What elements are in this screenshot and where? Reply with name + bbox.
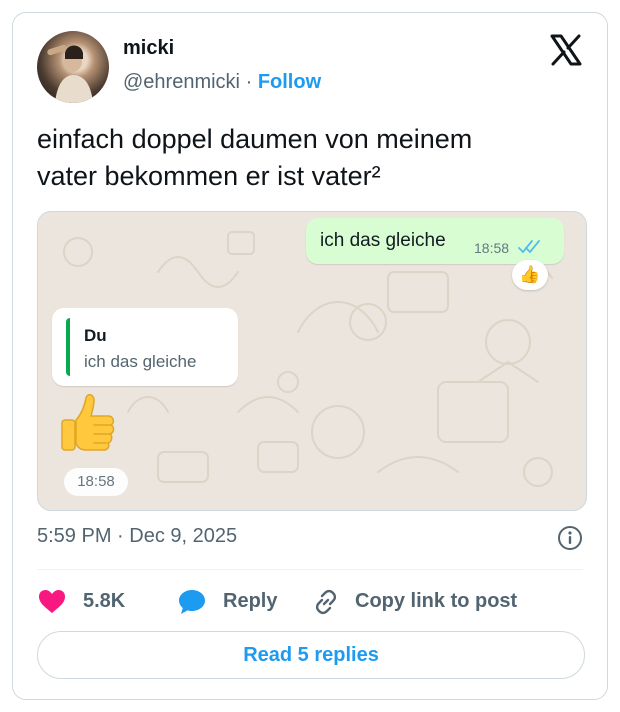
heart-icon [39,590,65,613]
incoming-message[interactable]: Du ich das gleiche [52,308,238,386]
quoted-author: Du [84,326,107,345]
quoted-reply[interactable]: Du ich das gleiche [66,318,230,376]
copy-link-label: Copy link to post [355,590,518,612]
speech-bubble-icon [179,590,205,614]
handle-row: @ehrenmicki · Follow [123,71,321,94]
post-text-line: einfach doppel daumen von meinem [37,124,473,154]
outgoing-message[interactable]: ich das gleiche 18:58 [306,218,564,264]
chat-screenshot[interactable]: ich das gleiche 18:58 👍 Du ich das gleic… [37,211,587,511]
post-timestamp[interactable]: 5:59 PM · Dec 9, 2025 [37,525,237,548]
quoted-text: ich das gleiche [84,352,197,371]
post-text-line: vater bekommen er ist vater² [37,161,381,191]
author-name[interactable]: micki [123,37,174,60]
outgoing-reaction[interactable]: 👍 [512,260,548,290]
outgoing-message-text: ich das gleiche [320,230,446,251]
post-card: micki @ehrenmicki · Follow einfach doppe… [12,12,608,700]
reply-label: Reply [223,590,278,612]
like-button[interactable]: 5.8K [37,587,147,617]
read-replies-button[interactable]: Read 5 replies [37,631,585,679]
action-bar: 5.8K Reply Copy link to post [37,583,585,623]
divider [37,569,583,570]
handle-separator: · [245,71,253,93]
info-icon[interactable] [557,525,583,551]
copy-link-button[interactable]: Copy link to post [311,587,541,617]
incoming-message-time: 18:58 [64,468,128,496]
post-text: einfach doppel daumen von meinem vater b… [37,121,577,195]
likes-count: 5.8K [83,590,126,612]
follow-button[interactable]: Follow [258,71,321,93]
avatar[interactable] [37,31,109,103]
link-icon [315,589,337,615]
outgoing-message-time: 18:58 [474,240,510,256]
read-receipt-icon [518,240,540,254]
author-handle[interactable]: @ehrenmicki [123,71,240,93]
reply-button[interactable]: Reply [177,587,297,617]
x-logo-icon[interactable] [549,33,583,67]
thumbs-up-sticker[interactable] [58,390,122,454]
